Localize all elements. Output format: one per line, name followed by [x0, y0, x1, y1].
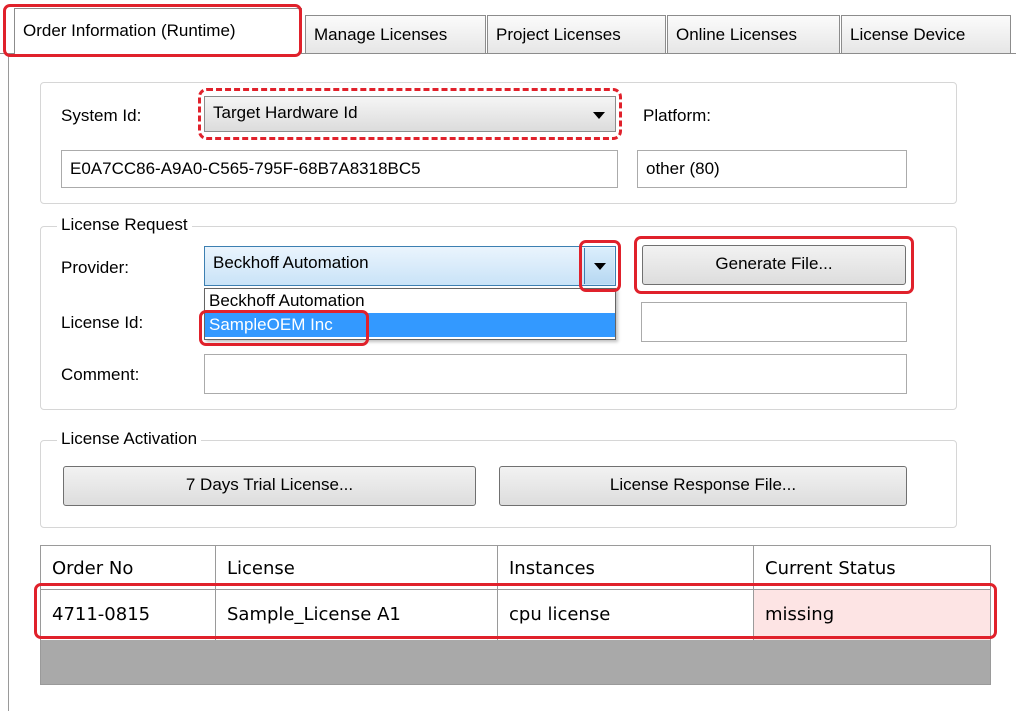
provider-combo-value: Beckhoff Automation [213, 253, 369, 272]
column-header-order-no[interactable]: Order No [41, 546, 216, 589]
column-header-current-status[interactable]: Current Status [754, 546, 990, 589]
license-id-field[interactable] [641, 302, 907, 342]
provider-dropdown-list: Beckhoff Automation SampleOEM Inc [204, 288, 616, 340]
license-table: Order No License Instances Current Statu… [40, 545, 991, 685]
system-id-field[interactable]: E0A7CC86-A9A0-C565-795F-68B7A8318BC5 [61, 150, 618, 188]
license-request-title: License Request [57, 215, 192, 235]
platform-field[interactable]: other (80) [637, 150, 907, 188]
comment-label: Comment: [61, 365, 140, 384]
cell-license: Sample_License A1 [216, 590, 498, 640]
cell-status: missing [754, 590, 990, 640]
comment-field[interactable] [204, 354, 907, 394]
system-id-label: System Id: [61, 106, 142, 125]
panel-left-border [8, 53, 9, 711]
tab-order-information[interactable]: Order Information (Runtime) [14, 8, 302, 54]
license-response-file-button[interactable]: License Response File... [499, 466, 907, 506]
platform-label: Platform: [643, 106, 712, 125]
provider-option-sampleoem[interactable]: SampleOEM Inc [205, 313, 615, 337]
provider-label: Provider: [61, 258, 130, 277]
trial-license-button[interactable]: 7 Days Trial License... [63, 466, 476, 506]
generate-file-button[interactable]: Generate File... [642, 245, 906, 285]
tab-project-licenses[interactable]: Project Licenses [487, 15, 666, 53]
provider-combo[interactable]: Beckhoff Automation [204, 246, 616, 286]
table-header: Order No License Instances Current Statu… [41, 546, 990, 590]
table-row[interactable]: 4711-0815 Sample_License A1 cpu license … [41, 590, 990, 640]
chevron-down-icon [594, 263, 606, 270]
provider-option-beckhoff[interactable]: Beckhoff Automation [205, 289, 615, 313]
cell-order-no: 4711-0815 [41, 590, 216, 640]
cell-instances: cpu license [498, 590, 754, 640]
tab-online-licenses[interactable]: Online Licenses [667, 15, 840, 53]
system-id-combo-value: Target Hardware Id [213, 103, 358, 122]
tab-manage-licenses[interactable]: Manage Licenses [305, 15, 486, 53]
license-activation-title: License Activation [57, 429, 202, 449]
chevron-down-icon [593, 112, 605, 119]
system-id-combo[interactable]: Target Hardware Id [204, 96, 616, 132]
license-id-label: License Id: [61, 313, 144, 332]
tab-license-device[interactable]: License Device [841, 15, 1011, 53]
column-header-license[interactable]: License [216, 546, 498, 589]
provider-dropdown-button[interactable] [584, 248, 614, 284]
column-header-instances[interactable]: Instances [498, 546, 754, 589]
